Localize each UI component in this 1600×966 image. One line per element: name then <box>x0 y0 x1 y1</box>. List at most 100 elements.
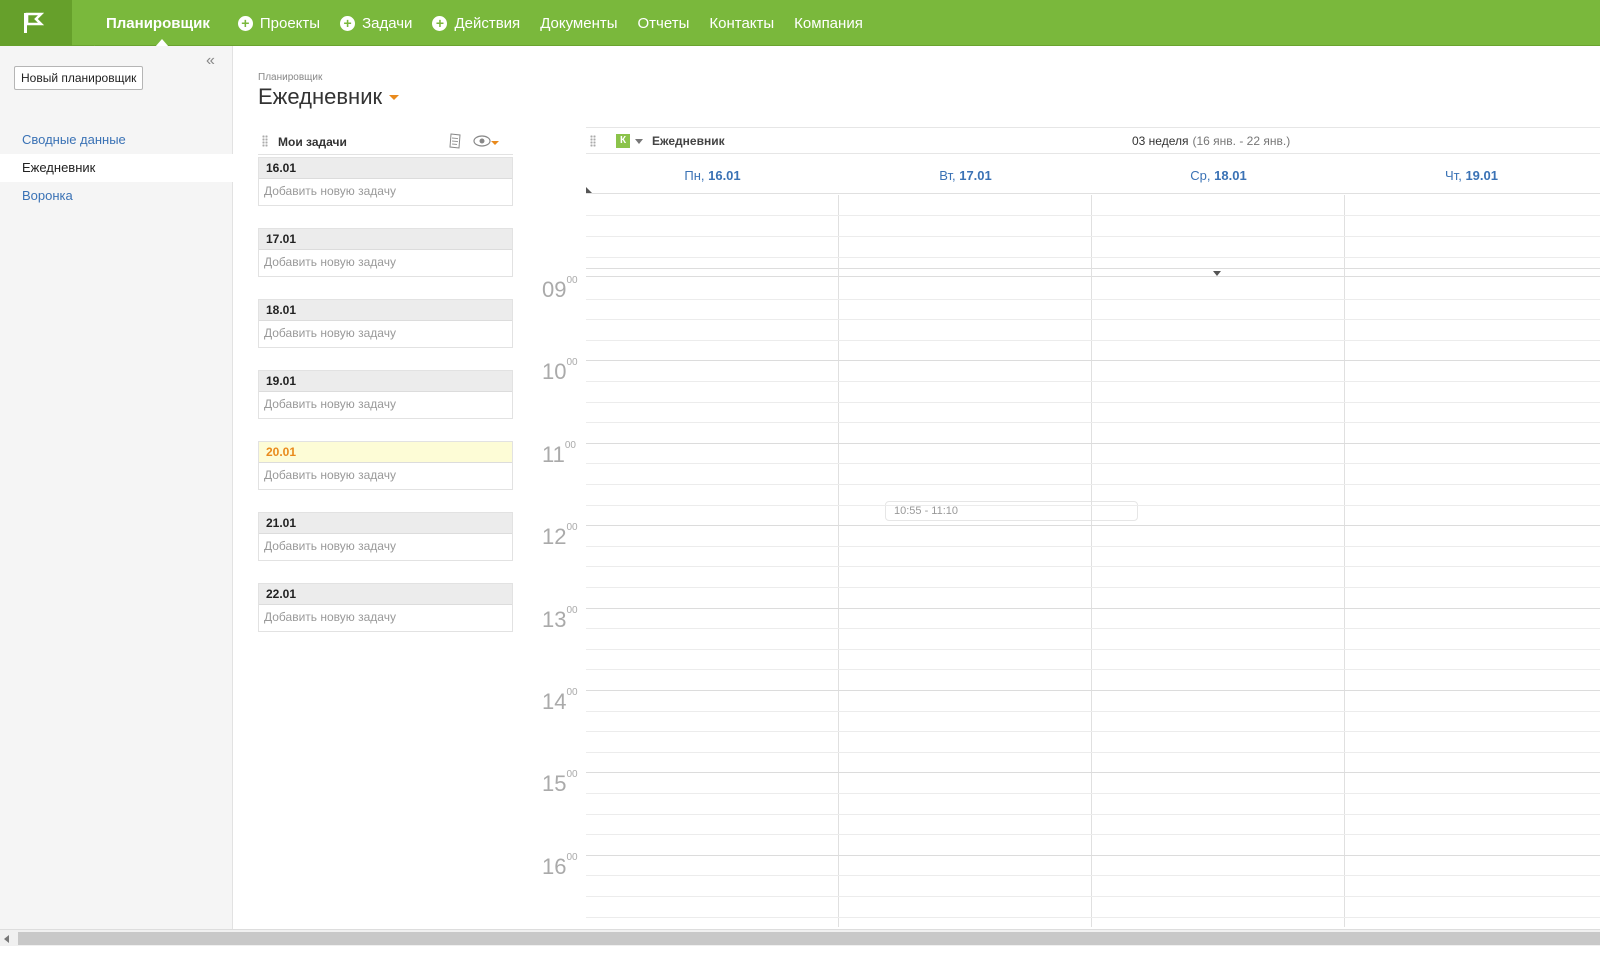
eye-icon[interactable] <box>473 134 491 148</box>
grid-line <box>586 793 1600 794</box>
grid-line <box>586 690 1600 691</box>
new-planner-button[interactable]: Новый планировщик <box>14 66 144 90</box>
day-of-week: Ср, <box>1190 168 1211 183</box>
day-column-divider <box>1344 195 1345 927</box>
task-day-date: 20.01 <box>259 442 512 463</box>
grid-line <box>586 402 1600 403</box>
add-task-input[interactable]: Добавить новую задачу <box>259 463 512 489</box>
task-day-block: 22.01 Добавить новую задачу <box>258 583 513 632</box>
sidebar-item-1[interactable]: Ежедневник <box>0 154 234 182</box>
collapse-sidebar-icon[interactable]: « <box>206 52 215 70</box>
plus-icon[interactable]: + <box>432 15 448 31</box>
grid-line <box>586 566 1600 567</box>
title-dropdown-icon[interactable] <box>389 95 399 100</box>
nav-item-label: Задачи <box>362 14 413 32</box>
grid-line <box>586 875 1600 876</box>
nav-item-5[interactable]: Отчеты <box>628 0 700 46</box>
task-day-list: 16.01 Добавить новую задачу 17.01 Добавить … <box>258 157 513 632</box>
horizontal-scrollbar[interactable] <box>0 929 1600 946</box>
drag-handle-icon[interactable] <box>590 135 596 147</box>
hour-minutes: 00 <box>566 522 578 533</box>
grid-line <box>586 484 1600 485</box>
grid-line <box>586 299 1600 300</box>
nav-item-7[interactable]: Компания <box>784 0 873 46</box>
grid-line <box>586 669 1600 670</box>
add-task-input[interactable]: Добавить новую задачу <box>259 179 512 205</box>
hour-label: 1400 <box>542 687 578 715</box>
nav-item-1[interactable]: + Проекты <box>228 0 330 46</box>
plus-icon[interactable]: + <box>340 15 356 31</box>
my-tasks-panel: Мои задачи 16.01 Добавить новую задачу 17.… <box>258 127 513 654</box>
task-day-date: 22.01 <box>259 584 512 605</box>
breadcrumb[interactable]: Планировщик <box>258 72 322 83</box>
nav-item-0[interactable]: Планировщик <box>96 0 228 47</box>
sidebar-menu: Сводные данные Ежедневник Воронка <box>0 126 234 210</box>
sidebar-item-2[interactable]: Воронка <box>0 182 233 210</box>
time-grid[interactable]: 10:55 - 11:10 <box>586 195 1600 927</box>
nav-item-4[interactable]: Документы <box>530 0 627 46</box>
hour-minutes: 00 <box>566 275 578 286</box>
expand-caret-icon[interactable] <box>1213 271 1221 276</box>
grid-line <box>586 731 1600 732</box>
grid-line <box>586 855 1600 856</box>
calendar-color-badge[interactable]: К <box>616 134 630 148</box>
plus-icon[interactable]: + <box>237 15 253 31</box>
notes-icon[interactable] <box>448 133 462 149</box>
day-date: 18.01 <box>1214 168 1247 183</box>
day-column-label[interactable]: Пн, 16.01 <box>586 168 839 183</box>
hour-number: 13 <box>542 607 567 632</box>
tasks-header: Мои задачи <box>258 127 513 155</box>
corner-resize-icon[interactable] <box>586 187 592 193</box>
day-date: 19.01 <box>1465 168 1498 183</box>
nav-item-label: Документы <box>540 14 618 32</box>
task-day-block: 20.01 Добавить новую задачу <box>258 441 513 490</box>
grid-line <box>586 628 1600 629</box>
scroll-left-arrow-icon[interactable] <box>4 935 9 943</box>
add-task-input[interactable]: Добавить новую задачу <box>259 321 512 347</box>
view-dropdown-icon[interactable] <box>491 141 499 145</box>
hour-number: 15 <box>542 771 567 796</box>
sidebar-item-0[interactable]: Сводные данные <box>0 126 233 154</box>
grid-line <box>586 340 1600 341</box>
grid-line <box>586 422 1600 423</box>
logo-notch <box>72 0 95 46</box>
add-task-input[interactable]: Добавить новую задачу <box>259 392 512 418</box>
hour-number: 12 <box>542 524 567 549</box>
nav-item-3[interactable]: + Действия <box>422 0 530 46</box>
task-day-block: 21.01 Добавить новую задачу <box>258 512 513 561</box>
hour-minutes: 00 <box>564 440 576 451</box>
hour-minutes: 00 <box>566 687 578 698</box>
calendar-dropdown-icon[interactable] <box>635 139 643 144</box>
nav-item-label: Проекты <box>259 14 321 32</box>
grid-line <box>586 381 1600 382</box>
day-column-label[interactable]: Чт, 19.01 <box>1345 168 1598 183</box>
tasks-title: Мои задачи <box>278 135 347 149</box>
grid-line <box>586 546 1600 547</box>
nav-item-label: Планировщик <box>106 14 210 32</box>
add-task-input[interactable]: Добавить новую задачу <box>259 605 512 631</box>
hour-number: 11 <box>542 442 565 467</box>
add-task-input[interactable]: Добавить новую задачу <box>259 250 512 276</box>
calendar-event[interactable]: 10:55 - 11:10 <box>885 501 1138 521</box>
drag-handle-icon[interactable] <box>262 135 268 147</box>
task-day-date: 18.01 <box>259 300 512 321</box>
hour-number: 14 <box>542 689 567 714</box>
all-day-divider <box>586 268 1600 277</box>
day-column-label[interactable]: Вт, 17.01 <box>839 168 1092 183</box>
day-column-label[interactable]: Ср, 18.01 <box>1092 168 1345 183</box>
nav-item-label: Действия <box>454 14 521 32</box>
hour-label: 1200 <box>542 522 578 550</box>
hour-label: 1100 <box>542 440 576 468</box>
grid-line <box>586 360 1600 361</box>
logo[interactable] <box>0 0 72 46</box>
hour-number: 16 <box>542 854 567 879</box>
grid-line <box>586 772 1600 773</box>
add-task-input[interactable]: Добавить новую задачу <box>259 534 512 560</box>
hour-minutes: 00 <box>566 605 578 616</box>
nav-item-6[interactable]: Контакты <box>699 0 784 46</box>
week-range: (16 янв. - 22 янв.) <box>1192 134 1291 148</box>
scrollbar-thumb[interactable] <box>18 932 1600 945</box>
calendar-name: Ежедневник <box>652 134 725 148</box>
nav-item-2[interactable]: + Задачи <box>330 0 422 46</box>
grid-line <box>586 917 1600 918</box>
